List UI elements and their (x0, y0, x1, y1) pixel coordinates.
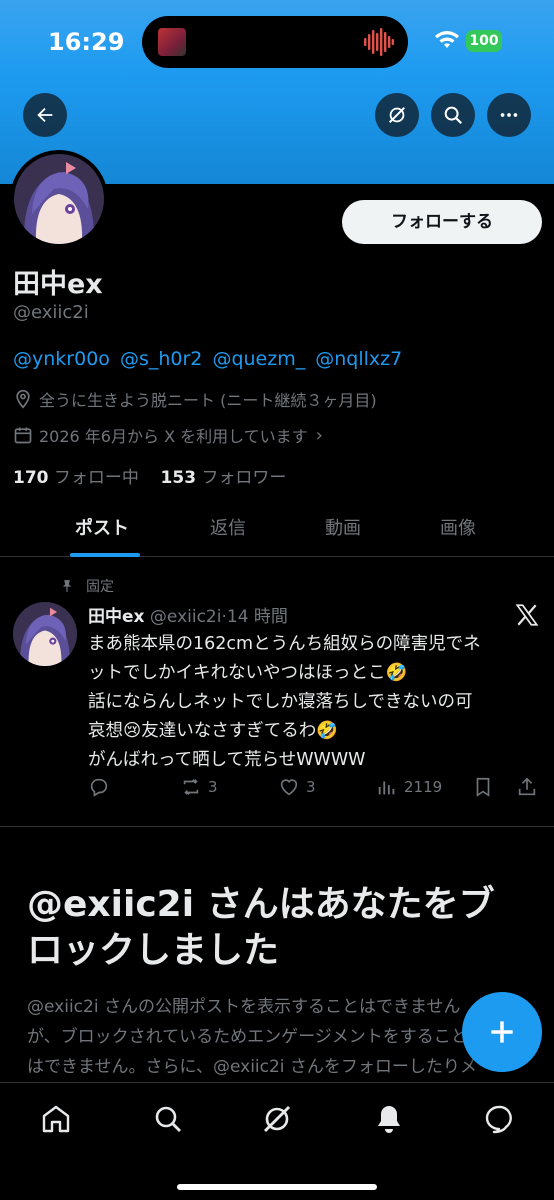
nav-grok[interactable] (259, 1101, 295, 1137)
tweet-author-handle: @exiic2i (149, 607, 222, 627)
nav-search[interactable] (150, 1101, 186, 1137)
profile-avatar[interactable] (10, 150, 108, 248)
bookmark-button[interactable] (472, 776, 500, 798)
nav-notifications[interactable] (371, 1101, 407, 1137)
follow-stats: 170 フォロー中 153 フォロワー (13, 463, 286, 488)
messages-icon (485, 1105, 512, 1134)
search-button[interactable] (431, 93, 475, 137)
grok-icon (264, 1106, 290, 1132)
reply-icon (90, 778, 108, 797)
status-time: 16:29 (48, 28, 125, 56)
more-button[interactable] (487, 93, 531, 137)
profile-handle: @exiic2i (13, 302, 89, 323)
repost-button[interactable]: 3 (180, 776, 218, 798)
heart-icon (280, 779, 298, 796)
tweet-line: まあ熊本県の162cmとうんち組奴らの障害児でネ (88, 634, 481, 654)
pinned-text: 固定 (86, 579, 114, 595)
repost-icon (183, 779, 199, 795)
calendar-icon (14, 427, 32, 444)
tweet-actions: 3 3 2119 (88, 776, 542, 802)
followers-count: 153 (160, 468, 197, 488)
more-icon (500, 113, 518, 117)
tweet-line: 哀想😢友達いなさすぎてるわ🤣 (88, 721, 339, 741)
dynamic-island[interactable] (142, 16, 408, 68)
grok-icon (388, 106, 406, 124)
bio-mention-link[interactable]: @ynkr00o (13, 348, 110, 370)
following-link[interactable]: 170 フォロー中 (13, 468, 139, 488)
active-tab-indicator (70, 553, 140, 557)
tweet-avatar[interactable] (13, 602, 77, 666)
views-count: 2119 (404, 778, 443, 796)
search-icon (444, 106, 463, 125)
tweet-line: ットでしかイキれないやつはほっとこ🤣 (88, 663, 408, 683)
location-text: 全うに生きよう脱ニート (ニート継続３ヶ月目) (39, 391, 377, 410)
nav-home[interactable] (38, 1101, 74, 1137)
tweet-author-name[interactable]: 田中ex (88, 607, 145, 627)
tweet-line: がんばれって晒して荒らせWWWW (88, 750, 366, 770)
location-pin-icon (16, 389, 30, 409)
repost-count: 3 (208, 778, 218, 796)
avatar-image (13, 602, 77, 666)
bio-mentions: @ynkr00o @s_h0r2 @quezm_ @nqllxz7 (13, 348, 406, 370)
now-playing-artwork (158, 28, 186, 56)
grok-button[interactable] (375, 93, 419, 137)
home-icon (42, 1105, 70, 1133)
blocked-description: @exiic2i さんの公開ポストを表示することはできませんが、ブロックされてい… (27, 997, 477, 1077)
search-icon (155, 1106, 181, 1132)
views-icon (378, 781, 395, 795)
pinned-label: 固定 (60, 576, 114, 596)
following-label: フォロー中 (53, 468, 139, 488)
tab-posts[interactable]: ポスト (75, 514, 129, 540)
chevron-right-icon: › (315, 424, 323, 446)
pin-icon (62, 580, 72, 592)
bio-mention-link[interactable]: @nqllxz7 (315, 348, 402, 370)
views-button[interactable]: 2119 (376, 776, 442, 798)
reply-button[interactable] (88, 776, 116, 798)
like-button[interactable]: 3 (278, 776, 316, 798)
back-button[interactable] (23, 93, 67, 137)
tab-replies[interactable]: 返信 (210, 514, 246, 540)
tweet-time: 14 時間 (226, 607, 288, 627)
status-bar: 16:29 100 (0, 0, 554, 84)
tweet-text: まあ熊本県の162cmとうんち組奴らの障害児でネ ットでしかイキれないやつはほっ… (88, 630, 536, 775)
bio-mention-link[interactable]: @quezm_ (212, 348, 305, 370)
avatar-image (14, 154, 104, 244)
like-count: 3 (306, 778, 316, 796)
followers-label: フォロワー (201, 468, 287, 488)
bottom-navigation (0, 1082, 554, 1200)
profile-location: 全うに生きよう脱ニート (ニート継続３ヶ月目) (13, 387, 377, 411)
bio-mention-link[interactable]: @s_h0r2 (120, 348, 202, 370)
tab-images[interactable]: 画像 (440, 514, 476, 540)
blocked-title: @exiic2i さんはあなたをブロックしました (27, 884, 495, 971)
notifications-icon (378, 1106, 400, 1133)
tab-videos[interactable]: 動画 (325, 514, 361, 540)
compose-post-button[interactable] (462, 992, 542, 1072)
profile-tabs: ポスト 返信 動画 画像 (0, 500, 554, 557)
profile-joined[interactable]: 2026 年6月から X を利用しています › (13, 423, 323, 447)
nav-messages[interactable] (481, 1101, 517, 1137)
audio-waveform-icon (364, 28, 394, 56)
follow-button[interactable]: フォローする (342, 200, 542, 244)
x-logo-icon[interactable] (514, 602, 540, 628)
plus-icon (491, 1021, 513, 1043)
profile-display-name: 田中ex (13, 269, 103, 300)
battery-indicator: 100 (466, 30, 502, 52)
home-indicator (177, 1184, 377, 1190)
tweet-line: 話にならんしネットでしか寝落ちしできないの可 (88, 692, 473, 712)
followers-link[interactable]: 153 フォロワー (161, 468, 287, 488)
divider (0, 826, 554, 827)
share-button[interactable] (516, 776, 544, 798)
share-icon (518, 777, 536, 796)
wifi-icon (435, 31, 459, 48)
bookmark-icon (476, 777, 490, 797)
arrow-left-icon (37, 107, 53, 123)
tweet-header: 田中ex @exiic2i·14 時間 (88, 607, 288, 627)
joined-text: 2026 年6月から X を利用しています (39, 427, 308, 446)
following-count: 170 (13, 468, 49, 488)
